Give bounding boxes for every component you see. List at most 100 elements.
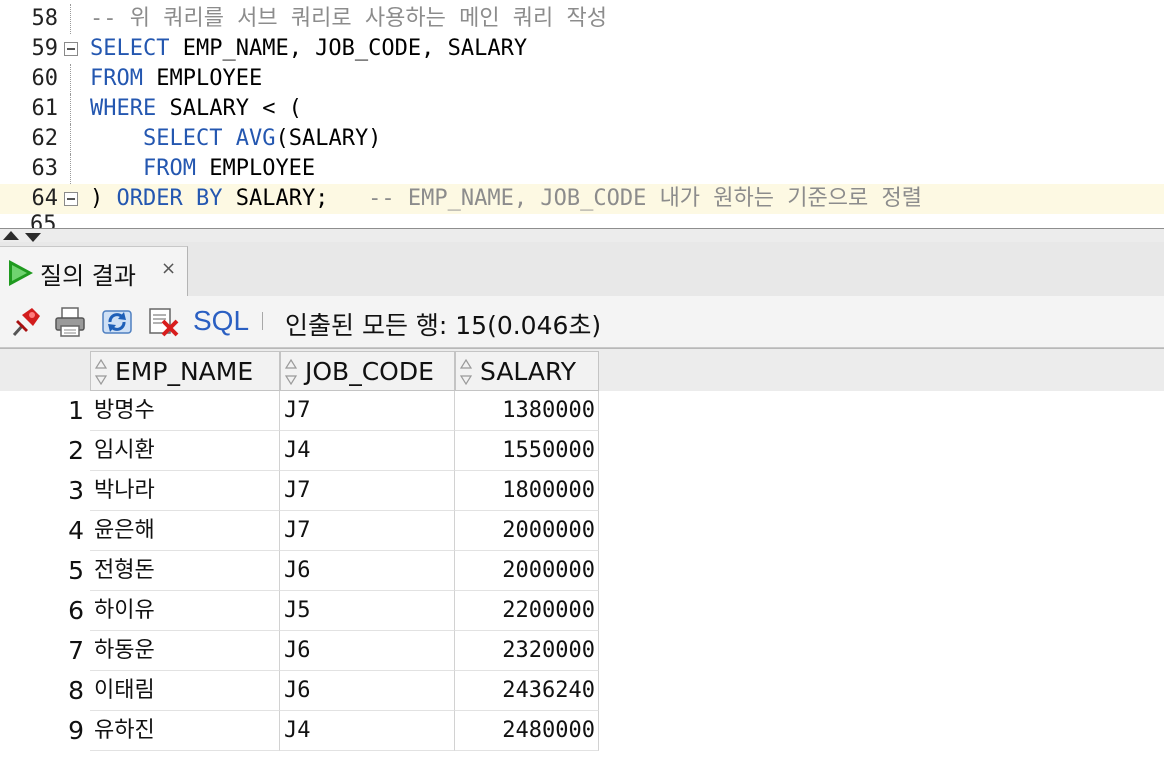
row-number: 2 (68, 436, 84, 465)
delete-icon[interactable] (148, 306, 180, 338)
code-text: FROM EMPLOYEE (90, 154, 315, 184)
cell-emp-name[interactable]: 유하진 (90, 711, 280, 751)
table-row[interactable]: 4 윤은해 J7 2000000 (0, 511, 1164, 551)
sql-button[interactable]: SQL (193, 305, 249, 337)
table-row[interactable]: 6 하이유 J5 2200000 (0, 591, 1164, 631)
sql-token: SALARY < ( (156, 96, 302, 121)
sql-keyword: AVG (235, 126, 276, 151)
cell-salary[interactable]: 2480000 (455, 711, 599, 751)
sort-icon[interactable] (459, 359, 473, 385)
sql-token: EMP_NAME, JOB_CODE, SALARY (169, 36, 528, 61)
results-tab-bar: 질의 결과 × (0, 242, 1164, 296)
table-row[interactable]: 2 임시환 J4 1550000 (0, 431, 1164, 471)
close-icon[interactable]: × (161, 258, 176, 279)
code-text: SELECT EMP_NAME, JOB_CODE, SALARY (90, 34, 527, 64)
sql-token: ) (90, 186, 117, 211)
cell-emp-name[interactable]: 하이유 (90, 591, 280, 631)
fold-guide (70, 154, 71, 184)
expand-up-icon[interactable] (3, 231, 19, 240)
cell-salary[interactable]: 2436240 (455, 671, 599, 711)
cell-job-code[interactable]: J7 (280, 511, 455, 551)
code-line[interactable]: 61 WHERE SALARY < ( (0, 94, 1164, 124)
sql-comment: -- EMP_NAME, JOB_CODE 내가 원하는 기준으로 정렬 (368, 186, 922, 211)
panel-splitter[interactable] (0, 228, 1164, 242)
fold-guide (70, 124, 71, 154)
cell-salary[interactable]: 2200000 (455, 591, 599, 631)
sql-keyword: SELECT (90, 36, 170, 61)
cell-job-code[interactable]: J6 (280, 631, 455, 671)
cell-salary[interactable]: 2000000 (455, 511, 599, 551)
sql-keyword: FROM (142, 156, 196, 181)
cell-job-code[interactable]: J4 (280, 431, 455, 471)
cell-emp-name[interactable]: 방명수 (90, 391, 280, 431)
cell-job-code[interactable]: J6 (280, 551, 455, 591)
sql-editor[interactable]: 65 58 -- 위 쿼리를 서브 쿼리로 사용하는 메인 쿼리 작성 59 SELE… (0, 0, 1164, 228)
row-number: 3 (68, 476, 84, 505)
print-icon[interactable] (54, 306, 86, 338)
code-line[interactable]: 58 -- 위 쿼리를 서브 쿼리로 사용하는 메인 쿼리 작성 (0, 4, 1164, 34)
cell-job-code[interactable]: J5 (280, 591, 455, 631)
refresh-icon[interactable] (101, 306, 133, 338)
fold-guide (70, 4, 71, 34)
table-row[interactable]: 5 전형돈 J6 2000000 (0, 551, 1164, 591)
sql-keyword: ORDER BY (116, 186, 223, 211)
table-row[interactable]: 8 이태림 J6 2436240 (0, 671, 1164, 711)
tab-query-result[interactable]: 질의 결과 × (0, 246, 188, 296)
sql-token: SALARY; (222, 186, 369, 211)
sql-token: EMPLOYEE (142, 66, 263, 91)
code-line[interactable]: 64) ORDER BY SALARY; -- EMP_NAME, JOB_CO… (0, 184, 1164, 214)
pin-icon[interactable] (10, 306, 42, 338)
cell-salary[interactable]: 1800000 (455, 471, 599, 511)
cell-job-code[interactable]: J7 (280, 391, 455, 431)
code-text: WHERE SALARY < ( (90, 94, 302, 124)
fold-collapse-icon[interactable] (64, 192, 78, 206)
cell-emp-name[interactable]: 하동운 (90, 631, 280, 671)
fold-collapse-icon[interactable] (64, 42, 78, 56)
cell-emp-name[interactable]: 전형돈 (90, 551, 280, 591)
column-header-salary[interactable]: SALARY (455, 351, 599, 391)
collapse-down-icon[interactable] (25, 233, 41, 242)
row-number: 9 (68, 716, 84, 745)
result-grid[interactable]: EMP_NAME JOB_CODE SALARY 1 방명수 J7 1380000 2 임… (0, 348, 1164, 758)
line-number-partial: 65 (30, 212, 57, 228)
code-line[interactable]: 62 SELECT AVG(SALARY) (0, 124, 1164, 154)
code-line[interactable]: 60 FROM EMPLOYEE (0, 64, 1164, 94)
line-number: 59 (31, 36, 59, 61)
table-row[interactable]: 1 방명수 J7 1380000 (0, 391, 1164, 431)
sort-icon[interactable] (94, 359, 108, 385)
cell-emp-name[interactable]: 이태림 (90, 671, 280, 711)
cell-job-code[interactable]: J7 (280, 471, 455, 511)
line-number: 58 (31, 6, 59, 31)
line-number: 61 (31, 96, 59, 121)
sort-icon[interactable] (284, 359, 298, 385)
table-row[interactable]: 9 유하진 J4 2480000 (0, 711, 1164, 751)
line-number: 63 (31, 156, 59, 181)
cell-salary[interactable]: 1550000 (455, 431, 599, 471)
cell-salary[interactable]: 1380000 (455, 391, 599, 431)
table-row[interactable]: 3 박나라 J7 1800000 (0, 471, 1164, 511)
cell-emp-name[interactable]: 윤은해 (90, 511, 280, 551)
row-number: 7 (68, 636, 84, 665)
cell-salary[interactable]: 2000000 (455, 551, 599, 591)
tab-query-result-label: 질의 결과 (40, 262, 136, 290)
code-line[interactable]: 63 FROM EMPLOYEE (0, 154, 1164, 184)
fetch-status-text: 인출된 모든 행: 15(0.046초) (285, 311, 602, 340)
code-line[interactable]: 59 SELECT EMP_NAME, JOB_CODE, SALARY (0, 34, 1164, 64)
column-header-label: SALARY (480, 357, 577, 386)
cell-job-code[interactable]: J4 (280, 711, 455, 751)
line-number: 62 (31, 126, 59, 151)
column-header-label: EMP_NAME (115, 357, 254, 386)
cell-job-code[interactable]: J6 (280, 671, 455, 711)
table-row[interactable]: 7 하동운 J6 2320000 (0, 631, 1164, 671)
row-number: 1 (68, 396, 84, 425)
toolbar-separator (262, 312, 263, 330)
cell-salary[interactable]: 2320000 (455, 631, 599, 671)
sql-token: (SALARY) (275, 126, 382, 151)
cell-emp-name[interactable]: 임시환 (90, 431, 280, 471)
column-header-job-code[interactable]: JOB_CODE (280, 351, 455, 391)
row-number: 5 (68, 556, 84, 585)
column-header-emp-name[interactable]: EMP_NAME (90, 351, 280, 391)
cell-emp-name[interactable]: 박나라 (90, 471, 280, 511)
